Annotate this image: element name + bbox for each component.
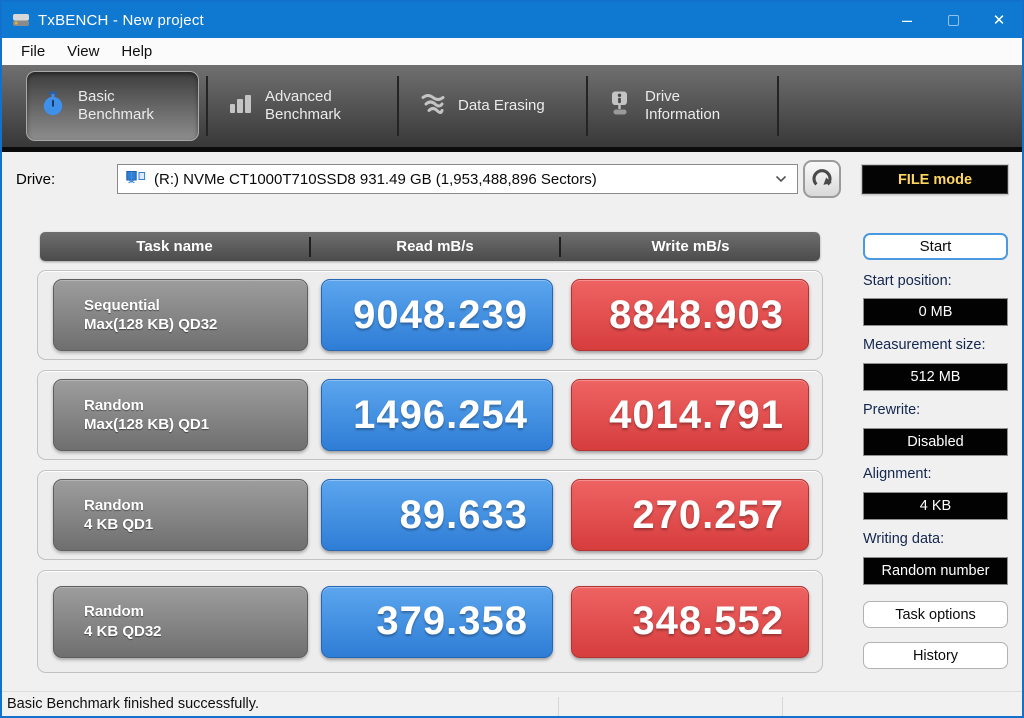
writing-data-label: Writing data: xyxy=(863,531,945,547)
tab-separator xyxy=(206,76,208,136)
col-read: Read mB/s xyxy=(396,238,474,255)
read-value-tile: 1496.254 xyxy=(321,379,553,451)
data-erasing-icon xyxy=(419,93,445,120)
col-write: Write mB/s xyxy=(651,238,730,255)
task-line1: Random xyxy=(84,496,144,514)
status-message: Basic Benchmark finished successfully. xyxy=(7,696,259,712)
refresh-icon xyxy=(809,164,835,195)
measurement-size-label: Measurement size: xyxy=(863,337,986,353)
maximize-icon xyxy=(947,14,959,26)
start-position-label: Start position: xyxy=(863,273,952,289)
write-value-tile: 8848.903 xyxy=(571,279,809,351)
tab-separator xyxy=(777,76,779,136)
writing-data-value[interactable]: Random number xyxy=(863,557,1008,585)
tab-basic-benchmark[interactable]: Basic Benchmark xyxy=(26,71,199,141)
title-bar: TxBENCH - New project – ✕ xyxy=(2,2,1022,38)
drive-icon xyxy=(126,169,146,189)
read-value-tile: 9048.239 xyxy=(321,279,553,351)
task-line1: Random xyxy=(84,396,144,414)
alignment-value[interactable]: 4 KB xyxy=(863,492,1008,520)
measurement-size-value[interactable]: 512 MB xyxy=(863,363,1008,391)
menu-file[interactable]: File xyxy=(10,40,56,63)
tab-label-line: Benchmark xyxy=(265,106,341,123)
table-row: Random Max(128 KB) QD1 1496.254 4014.791 xyxy=(37,370,823,460)
drive-info-icon xyxy=(608,91,632,121)
drive-label: Drive: xyxy=(16,171,56,188)
tab-separator xyxy=(397,76,399,136)
tab-label-line: Basic xyxy=(78,88,115,106)
menu-help[interactable]: Help xyxy=(110,40,163,63)
task-line2: Max(128 KB) QD1 xyxy=(84,416,210,433)
task-line2: 4 KB QD32 xyxy=(84,622,162,640)
table-row: Sequential Max(128 KB) QD32 9048.239 884… xyxy=(37,270,823,360)
task-line2: Max(128 KB) QD32 xyxy=(84,316,218,333)
drive-select[interactable]: (R:) NVMe CT1000T710SSD8 931.49 GB (1,95… xyxy=(117,164,798,194)
tab-label-line: Data Erasing xyxy=(458,97,545,115)
drive-selected-value: (R:) NVMe CT1000T710SSD8 931.49 GB (1,95… xyxy=(154,170,597,188)
start-button[interactable]: Start xyxy=(863,233,1008,260)
table-row: Random 4 KB QD32 379.358 348.552 xyxy=(37,570,823,673)
status-bar: Basic Benchmark finished successfully. xyxy=(2,691,1022,716)
minimize-button[interactable]: – xyxy=(884,2,930,38)
tab-separator xyxy=(586,76,588,136)
tab-label-line: Drive xyxy=(645,88,681,106)
prewrite-value[interactable]: Disabled xyxy=(863,428,1008,456)
tab-bar: Basic Benchmark Advanced Benchmark Data … xyxy=(2,65,1022,152)
write-value-tile: 270.257 xyxy=(571,479,809,551)
close-button[interactable]: ✕ xyxy=(976,2,1022,38)
statusbar-separator xyxy=(782,697,783,716)
menu-bar: File View Help xyxy=(2,38,1022,65)
tab-label-line: Information xyxy=(645,106,721,123)
maximize-button[interactable] xyxy=(930,2,976,38)
bar-chart-icon xyxy=(228,93,252,120)
menu-view[interactable]: View xyxy=(56,40,110,63)
prewrite-label: Prewrite: xyxy=(863,402,921,418)
task-name-tile: Random 4 KB QD32 xyxy=(53,585,308,658)
tab-data-erasing[interactable]: Data Erasing xyxy=(405,71,578,141)
history-button[interactable]: History xyxy=(863,642,1008,669)
write-value-tile: 348.552 xyxy=(571,585,809,658)
alignment-label: Alignment: xyxy=(863,466,932,482)
write-value-tile: 4014.791 xyxy=(571,379,809,451)
file-mode-button[interactable]: FILE mode xyxy=(862,165,1008,194)
task-line1: Sequential xyxy=(84,296,160,314)
statusbar-separator xyxy=(558,697,559,716)
task-name-tile: Random 4 KB QD1 xyxy=(53,479,308,551)
read-value-tile: 379.358 xyxy=(321,585,553,658)
window-title: TxBENCH - New project xyxy=(38,11,204,29)
tab-label-line: Advanced xyxy=(265,88,332,106)
read-value-tile: 89.633 xyxy=(321,479,553,551)
task-options-button[interactable]: Task options xyxy=(863,601,1008,628)
chevron-down-icon xyxy=(775,175,787,183)
app-window: TxBENCH - New project – ✕ File View Help… xyxy=(0,0,1024,718)
col-task-name: Task name xyxy=(136,238,213,255)
tab-label-line: Benchmark xyxy=(78,106,154,123)
task-name-tile: Sequential Max(128 KB) QD32 xyxy=(53,279,308,351)
stopwatch-icon xyxy=(41,91,65,122)
table-header: Task name Read mB/s Write mB/s xyxy=(40,232,820,261)
refresh-drives-button[interactable] xyxy=(803,160,841,198)
start-position-value[interactable]: 0 MB xyxy=(863,298,1008,326)
tab-drive-information[interactable]: Drive Information xyxy=(594,71,776,141)
table-row: Random 4 KB QD1 89.633 270.257 xyxy=(37,470,823,560)
app-icon xyxy=(12,13,30,27)
task-line1: Random xyxy=(84,603,144,620)
task-name-tile: Random Max(128 KB) QD1 xyxy=(53,379,308,451)
task-line2: 4 KB QD1 xyxy=(84,516,154,533)
tab-advanced-benchmark[interactable]: Advanced Benchmark xyxy=(214,71,392,141)
